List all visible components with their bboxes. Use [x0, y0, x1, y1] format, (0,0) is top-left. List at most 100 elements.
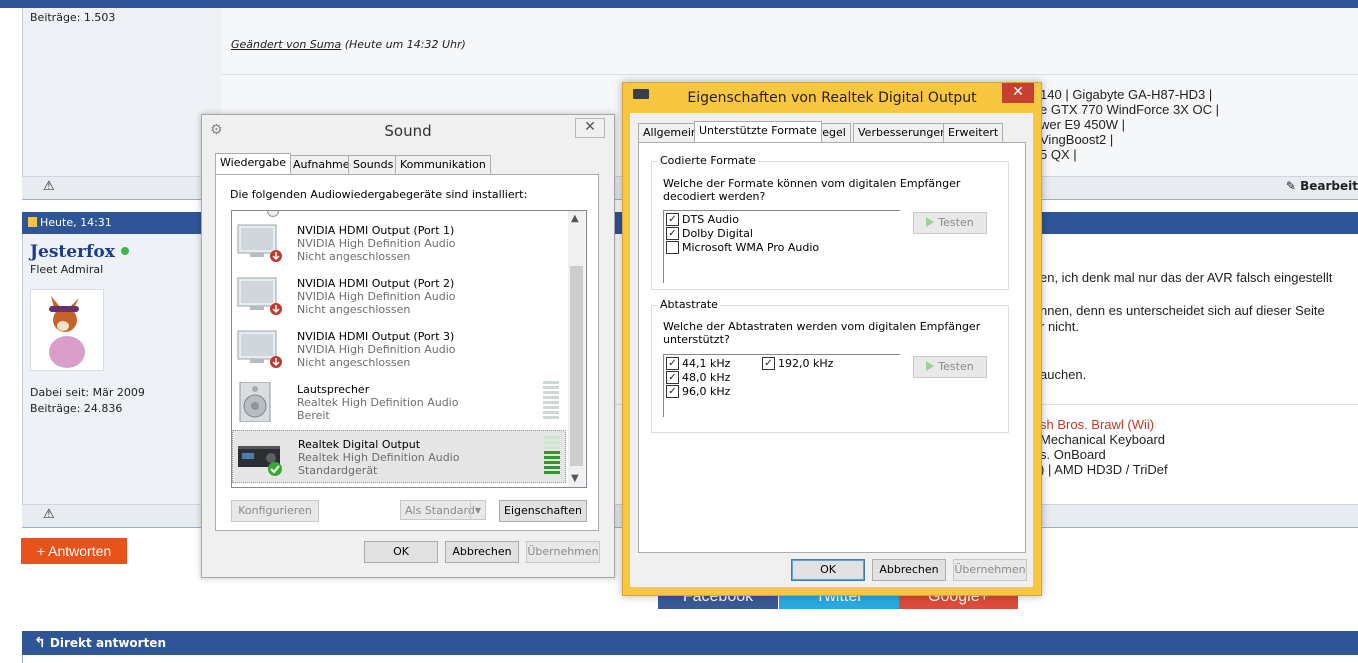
- monitor-icon: [236, 276, 282, 316]
- apply-button[interactable]: Übernehmen: [526, 541, 600, 563]
- rate-48-checkbox[interactable]: ✓: [666, 371, 679, 384]
- sig2-link[interactable]: sh Bros. Brawl (Wii): [1040, 417, 1154, 432]
- apply-button[interactable]: Übernehmen: [953, 559, 1027, 581]
- test-rates-button[interactable]: Testen: [913, 356, 987, 378]
- post2-post-count: Beiträge: 24.836: [30, 402, 123, 415]
- sample-rate-list[interactable]: ✓ 44,1 kHz ✓ 48,0 kHz ✓ 96,0 kHz ✓ 192,0…: [663, 354, 900, 417]
- edited-by-link[interactable]: Geändert von Suma: [231, 38, 341, 51]
- device-list[interactable]: NVIDIA HDMI Output (Port 1) NVIDIA High …: [231, 210, 587, 488]
- receiver-icon: [237, 437, 283, 477]
- sig1-link[interactable]: VingBoost2: [1040, 132, 1106, 147]
- rate-96-checkbox[interactable]: ✓: [666, 385, 679, 398]
- sig1-link[interactable]: 5 QX: [1040, 147, 1070, 162]
- scroll-thumb[interactable]: [570, 266, 583, 466]
- ok-button[interactable]: OK: [791, 559, 865, 581]
- sample-rate-group: Abtastrate Welche der Abtastraten werden…: [651, 298, 1009, 433]
- device-list-scrollbar[interactable]: ▲ ▼: [568, 211, 585, 487]
- realtek-dialog-title: Eigenschaften von Realtek Digital Output: [687, 90, 977, 106]
- test-formats-button[interactable]: Testen: [913, 212, 987, 234]
- separator: |: [1211, 102, 1219, 117]
- realtek-dialog-body: Allgemein Unterstützte Formate Pegel Ver…: [630, 113, 1033, 587]
- sig2-link[interactable]: AMD HD3D / TriDef: [1054, 462, 1167, 477]
- direct-reply-bar[interactable]: ↰ Direkt antworten: [22, 631, 1358, 655]
- sig2-line: s. OnBoard: [1040, 447, 1168, 462]
- playback-intro: Die folgenden Audiowiedergabegeräte sind…: [230, 188, 528, 201]
- device-item[interactable]: NVIDIA HDMI Output (Port 1) NVIDIA High …: [232, 217, 566, 268]
- sig2-line: ) | AMD HD3D / TriDef: [1040, 462, 1168, 477]
- encoded-formats-question: Welche der Formate können vom digitalen …: [663, 177, 961, 203]
- username[interactable]: Jesterfox: [30, 242, 129, 262]
- post-icon: [28, 217, 37, 227]
- sig2-line: sh Bros. Brawl (Wii): [1040, 417, 1168, 432]
- sound-dialog-title: Sound: [384, 122, 432, 140]
- device-item[interactable]: Lautsprecher Realtek High Definition Aud…: [232, 376, 566, 427]
- playback-panel: Die folgenden Audiowiedergabegeräte sind…: [215, 174, 599, 531]
- post1-separator: [221, 74, 1358, 75]
- volume-meter: [544, 436, 560, 478]
- tab-unterstuetzte-formate[interactable]: Unterstützte Formate: [694, 121, 822, 142]
- online-status-icon: [120, 247, 129, 255]
- edit-button[interactable]: ✎ Bearbeit: [1286, 179, 1358, 193]
- sig1-line: 5 QX |: [1040, 147, 1219, 162]
- properties-button[interactable]: Eigenschaften: [499, 500, 587, 522]
- close-icon[interactable]: ✕: [1002, 83, 1034, 103]
- volume-meter: [543, 381, 559, 423]
- sig1-line: VingBoost2 |: [1040, 132, 1219, 147]
- report-icon[interactable]: ⚠: [43, 507, 55, 522]
- encoded-formats-group: Codierte Formate Welche der Formate könn…: [651, 154, 1009, 290]
- device-item[interactable]: NVIDIA HDMI Output (Port 3) NVIDIA High …: [232, 323, 566, 374]
- monitor-icon: [236, 223, 282, 263]
- post1-signature: 140 | Gigabyte GA-H87-HD3 | e GTX 770 Win…: [1040, 87, 1219, 162]
- separator: |: [1069, 147, 1077, 162]
- play-icon: [926, 217, 935, 227]
- tab-sounds[interactable]: Sounds: [348, 155, 399, 174]
- post-date: Heute, 14:31: [28, 216, 112, 229]
- dropdown-arrow-icon[interactable]: ▼: [470, 501, 485, 520]
- user-rank: Fleet Admiral: [30, 263, 104, 276]
- scroll-up-icon[interactable]: ▲: [571, 213, 579, 224]
- sig1-link[interactable]: wer E9 450W: [1040, 117, 1118, 132]
- tab-verbesserungen[interactable]: Verbesserungen: [853, 123, 953, 142]
- play-icon: [926, 361, 935, 371]
- report-icon[interactable]: ⚠: [43, 179, 55, 194]
- device-item-selected[interactable]: Realtek Digital Output Realtek High Defi…: [232, 430, 566, 483]
- device-item[interactable]: NVIDIA HDMI Output (Port 2) NVIDIA High …: [232, 270, 566, 321]
- rate-192-checkbox[interactable]: ✓: [762, 357, 775, 370]
- speaker-icon: [236, 381, 282, 423]
- cancel-button[interactable]: Abbrechen: [445, 541, 519, 563]
- sig1-link[interactable]: 140: [1040, 87, 1062, 102]
- tab-aufnahme[interactable]: Aufnahme: [288, 155, 355, 174]
- realtek-properties-dialog: Eigenschaften von Realtek Digital Output…: [622, 82, 1042, 596]
- avatar[interactable]: [30, 289, 104, 371]
- monitor-icon: [236, 329, 282, 369]
- tab-wiedergabe[interactable]: Wiedergabe: [215, 153, 292, 174]
- formats-panel: Codierte Formate Welche der Formate könn…: [638, 142, 1026, 553]
- cancel-button[interactable]: Abbrechen: [872, 559, 946, 581]
- sig1-link[interactable]: e GTX 770 WindForce 3X OC: [1040, 102, 1212, 117]
- edit-note: Geändert von Suma (Heute um 14:32 Uhr): [231, 38, 466, 51]
- post1-post-count: Beiträge: 1.503: [30, 11, 116, 24]
- sound-dialog: ⚙ Sound ✕ Wiedergabe Aufnahme Sounds Kom…: [201, 114, 615, 578]
- tab-erweitert[interactable]: Erweitert: [943, 123, 1004, 142]
- reply-button[interactable]: + Antworten: [21, 538, 127, 564]
- scroll-down-icon[interactable]: ▼: [571, 473, 579, 484]
- format-list[interactable]: ✓ DTS Audio ✓ Dolby Digital Microsoft WM…: [663, 210, 900, 283]
- tab-kommunikation[interactable]: Kommunikation: [395, 155, 491, 174]
- forum-top-bar: [0, 0, 1358, 8]
- separator: |: [1106, 132, 1114, 147]
- ok-button[interactable]: OK: [364, 541, 438, 563]
- sig1-link[interactable]: Gigabyte GA-H87-HD3: [1072, 87, 1205, 102]
- sig1-line: 140 | Gigabyte GA-H87-HD3 |: [1040, 87, 1219, 102]
- post2-signature: sh Bros. Brawl (Wii) Mechanical Keyboard…: [1040, 417, 1168, 477]
- join-date: Dabei seit: Mär 2009: [30, 386, 145, 399]
- configure-button[interactable]: Konfigurieren: [231, 500, 319, 522]
- rate-44-checkbox[interactable]: ✓: [666, 357, 679, 370]
- dolby-checkbox[interactable]: ✓: [666, 227, 679, 240]
- separator: |: [1118, 117, 1126, 132]
- close-icon[interactable]: ✕: [575, 118, 605, 138]
- dts-checkbox[interactable]: ✓: [666, 213, 679, 226]
- sig2-link[interactable]: s. OnBoard: [1040, 447, 1106, 462]
- set-default-button[interactable]: Als Standard ▼: [400, 500, 486, 520]
- wma-checkbox[interactable]: [666, 241, 679, 254]
- sig2-link[interactable]: Mechanical Keyboard: [1040, 432, 1165, 447]
